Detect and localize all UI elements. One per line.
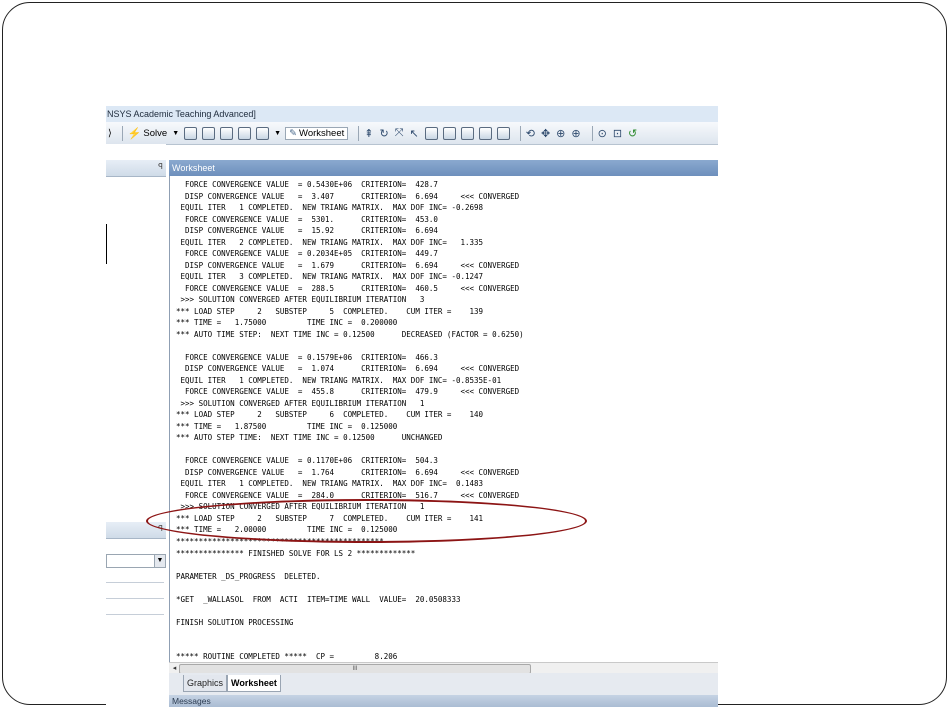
worksheet-icon: ✎ [289,127,298,139]
output-line: FORCE CONVERGENCE VALUE = 455.8 CRITERIO… [176,387,520,397]
chevron-down-icon[interactable]: ▼ [274,130,281,137]
details-field[interactable] [106,570,164,583]
ansys-window: NSYS Academic Teaching Advanced] ⟩ ⚡ Sol… [106,106,718,707]
lightning-icon: ⚡ [127,127,142,140]
tree-indicator [106,224,107,264]
view-tabs: Graphics Worksheet [169,673,718,695]
select-vertex-icon[interactable] [424,126,438,140]
output-line: FORCE CONVERGENCE VALUE = 0.1579E+06 CRI… [176,352,438,362]
outline-panel: ꟼ ꟼ ▼ [106,144,166,707]
output-line: ***** ROUTINE COMPLETED ***** CP = 8.206 [176,652,398,662]
zoom-in-icon[interactable]: ⊕ [571,127,580,140]
rotate-icon[interactable]: ⟲ [526,127,535,140]
main-toolbar: ⟩ ⚡ Solve ▼ ▼ ✎ Worksheet ⇞ ↻ ⤧ ↖ ⟲ ✥ ⊕ … [106,122,718,145]
worksheet-header: Worksheet [169,160,718,176]
details-dropdown[interactable]: ▼ [106,554,166,568]
output-line: *GET _WALLASOL FROM ACTI ITEM=TIME WALL … [176,594,461,604]
worksheet-panel: Worksheet FORCE CONVERGENCE VALUE = 0.54… [169,160,718,707]
output-line: DISP CONVERGENCE VALUE = 1.764 CRITERION… [176,467,520,477]
details-field[interactable] [106,602,164,615]
zoom-icon[interactable]: ⊕ [556,127,565,140]
rotate-label-icon[interactable]: ↻ [379,127,388,140]
toolbar-separator [121,125,123,141]
output-line: DISP CONVERGENCE VALUE = 3.407 CRITERION… [176,191,520,201]
annotation-icon[interactable] [238,126,252,140]
normal-to-icon[interactable]: ⇞ [364,127,373,140]
toolbar-left-button[interactable]: ⟩ [108,128,112,139]
select-edge-icon[interactable] [442,126,456,140]
window-title: NSYS Academic Teaching Advanced] [106,106,718,122]
output-line: FORCE CONVERGENCE VALUE = 0.2034E+05 CRI… [176,249,438,259]
tab-worksheet[interactable]: Worksheet [227,675,281,692]
output-line: *** AUTO STEP TIME: NEXT TIME INC = 0.12… [176,433,443,443]
details-field[interactable] [106,586,164,599]
messages-header: Messages [169,695,718,707]
refresh-icon[interactable]: ↺ [628,127,637,140]
chevron-down-icon[interactable]: ▼ [154,555,165,567]
output-line: *** LOAD STEP 2 SUBSTEP 6 COMPLETED. CUM… [176,410,484,420]
xyz-axis-icon[interactable]: ⤧ [395,127,404,140]
output-line: EQUIL ITER 3 COMPLETED. NEW TRIANG MATRI… [176,272,484,282]
output-line: EQUIL ITER 1 COMPLETED. NEW TRIANG MATRI… [176,479,484,489]
output-line: >>> SOLUTION CONVERGED AFTER EQUILIBRIUM… [176,295,425,305]
output-line: FORCE CONVERGENCE VALUE = 0.5430E+06 CRI… [176,180,438,189]
zoom-box-icon[interactable]: ⊡ [613,127,622,140]
output-line: *** TIME = 1.87500 TIME INC = 0.125000 [176,421,398,431]
output-line: FINISH SOLUTION PROCESSING [176,617,294,627]
output-line: *** TIME = 1.75000 TIME INC = 0.200000 [176,318,398,328]
worksheet-button[interactable]: ✎ Worksheet [285,126,349,140]
worksheet-output[interactable]: FORCE CONVERGENCE VALUE = 0.5430E+06 CRI… [169,176,718,662]
output-line: FORCE CONVERGENCE VALUE = 5301. CRITERIO… [176,214,438,224]
toolbar-separator [519,125,521,141]
output-line: >>> SOLUTION CONVERGED AFTER EQUILIBRIUM… [176,398,425,408]
output-line: FORCE CONVERGENCE VALUE = 0.1170E+06 CRI… [176,456,438,466]
toolbar-separator [591,125,593,141]
output-line: EQUIL ITER 1 COMPLETED. NEW TRIANG MATRI… [176,375,502,385]
output-line: DISP CONVERGENCE VALUE = 1.074 CRITERION… [176,364,520,374]
clipboard-icon[interactable] [220,126,234,140]
solve-button[interactable]: ⚡ Solve ▼ [128,127,179,140]
outline-panel-header: ꟼ [106,160,166,177]
view-options-icon[interactable] [256,126,270,140]
output-line: *** AUTO TIME STEP: NEXT TIME INC = 0.12… [176,329,524,339]
output-line: EQUIL ITER 1 COMPLETED. NEW TRIANG MATRI… [176,203,484,213]
tab-graphics[interactable]: Graphics [183,675,228,692]
toolbar-separator [358,125,360,141]
select-pointer-icon[interactable]: ↖ [410,127,419,140]
pan-icon[interactable]: ✥ [541,127,550,140]
highlight-ellipse [146,499,587,543]
result-tracker-icon[interactable] [202,126,216,140]
worksheet-label: Worksheet [299,127,345,139]
output-line: EQUIL ITER 2 COMPLETED. NEW TRIANG MATRI… [176,237,484,247]
output-line: FORCE CONVERGENCE VALUE = 288.5 CRITERIO… [176,283,520,293]
output-line: DISP CONVERGENCE VALUE = 15.92 CRITERION… [176,226,438,236]
analysis-settings-icon[interactable] [184,126,198,140]
output-line: PARAMETER _DS_PROGRESS DELETED. [176,571,321,581]
scroll-left-icon[interactable]: ◂ [170,664,179,673]
output-line: DISP CONVERGENCE VALUE = 1.679 CRITERION… [176,260,520,270]
select-body-icon[interactable] [478,126,492,140]
zoom-fit-icon[interactable]: ⊙ [598,127,607,140]
extend-selection-icon[interactable] [496,126,510,140]
select-face-icon[interactable] [460,126,474,140]
output-line: *************** FINISHED SOLVE FOR LS 2 … [176,548,416,558]
chevron-down-icon[interactable]: ▼ [172,130,179,137]
solve-label: Solve [143,127,168,139]
solver-output-log: FORCE CONVERGENCE VALUE = 0.5430E+06 CRI… [170,176,718,662]
output-line: *** LOAD STEP 2 SUBSTEP 5 COMPLETED. CUM… [176,306,484,316]
pin-icon[interactable]: ꟼ [158,162,163,171]
